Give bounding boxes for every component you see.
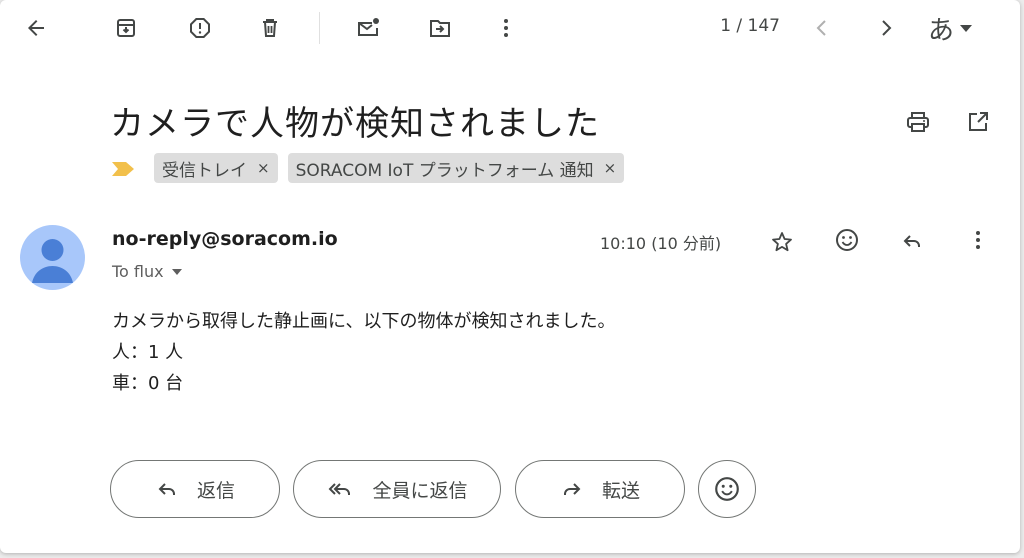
delete-button[interactable] xyxy=(250,8,290,48)
message-timestamp: 10:10 (10 分前) xyxy=(600,234,722,253)
remove-label-icon[interactable]: × xyxy=(604,159,617,177)
add-reaction-button[interactable] xyxy=(827,220,867,260)
archive-button[interactable] xyxy=(106,8,146,48)
reply-button[interactable] xyxy=(892,221,932,261)
reply-icon xyxy=(158,483,175,495)
report-icon xyxy=(190,18,210,38)
pager-count: 1 / 147 xyxy=(720,16,780,36)
older-message-button[interactable] xyxy=(866,8,906,48)
input-language-label: あ xyxy=(928,15,955,46)
label-chip-inbox[interactable]: 受信トレイ × xyxy=(154,153,278,183)
chevron-down-icon xyxy=(171,268,182,275)
back-button[interactable] xyxy=(16,8,56,48)
arrow-left-icon xyxy=(28,20,44,36)
reply-label: 返信 xyxy=(196,479,235,502)
label-chip-name: SORACOM IoT プラットフォーム 通知 xyxy=(295,160,594,181)
chevron-left-icon xyxy=(816,20,826,36)
newer-message-button[interactable] xyxy=(802,8,842,48)
recipient-details-toggle[interactable]: To flux xyxy=(112,262,182,281)
body-line: 人：1 人 xyxy=(112,342,184,363)
body-line: カメラから取得した静止画に、以下の物体が検知されました。 xyxy=(112,311,616,332)
reply-all-pill-button[interactable]: 全員に返信 xyxy=(293,460,501,518)
reply-all-icon xyxy=(329,483,351,495)
report-spam-button[interactable] xyxy=(180,8,220,48)
reply-all-label: 全員に返信 xyxy=(372,479,468,502)
emoji-reaction-button[interactable] xyxy=(698,460,756,518)
importance-marker-icon[interactable] xyxy=(112,162,134,176)
reply-pill-button[interactable]: 返信 xyxy=(110,460,280,518)
emoji-icon xyxy=(836,229,858,251)
toolbar-divider xyxy=(319,12,320,44)
label-chip-name: 受信トレイ xyxy=(162,160,247,181)
reply-icon xyxy=(903,235,920,247)
forward-icon xyxy=(563,483,581,495)
more-options-button[interactable] xyxy=(486,8,526,48)
email-subject: カメラで人物が検知されました xyxy=(110,104,600,144)
forward-label: 転送 xyxy=(601,479,640,502)
recipient-text: To flux xyxy=(112,262,164,281)
input-tools-button[interactable]: あ xyxy=(928,10,973,46)
move-to-button[interactable] xyxy=(420,8,460,48)
remove-label-icon[interactable]: × xyxy=(257,159,270,177)
forward-pill-button[interactable]: 転送 xyxy=(515,460,685,518)
gmail-message-view: 1 / 147 あ カメラで人物が検知されました 受信トレイ × SORACOM… xyxy=(0,0,1020,553)
move-to-icon xyxy=(430,20,450,37)
body-line: 車：0 台 xyxy=(112,373,184,394)
person-icon xyxy=(32,239,73,283)
mark-unread-button[interactable] xyxy=(348,8,388,48)
message-more-button[interactable] xyxy=(958,220,998,260)
avatar[interactable] xyxy=(20,225,85,290)
sender-address[interactable]: no-reply@soracom.io xyxy=(112,228,338,250)
message-body: カメラから取得した静止画に、以下の物体が検知されました。 人：1 人 車：0 台 xyxy=(112,306,615,399)
trash-icon xyxy=(263,19,277,37)
more-vertical-icon xyxy=(504,19,508,37)
mark-unread-icon xyxy=(358,18,379,36)
label-row: 受信トレイ × SORACOM IoT プラットフォーム 通知 × xyxy=(112,152,634,184)
open-in-new-window-button[interactable] xyxy=(958,102,998,142)
chevron-down-icon xyxy=(960,24,973,32)
archive-icon xyxy=(117,19,135,37)
chevron-right-icon xyxy=(882,20,892,36)
star-icon xyxy=(772,232,792,252)
print-all-button[interactable] xyxy=(898,102,938,142)
label-chip-soracom[interactable]: SORACOM IoT プラットフォーム 通知 × xyxy=(287,153,625,183)
emoji-icon xyxy=(715,477,739,501)
open-in-new-icon xyxy=(969,112,988,131)
star-button[interactable] xyxy=(762,222,802,262)
print-icon xyxy=(907,112,929,132)
more-vertical-icon xyxy=(976,231,980,249)
